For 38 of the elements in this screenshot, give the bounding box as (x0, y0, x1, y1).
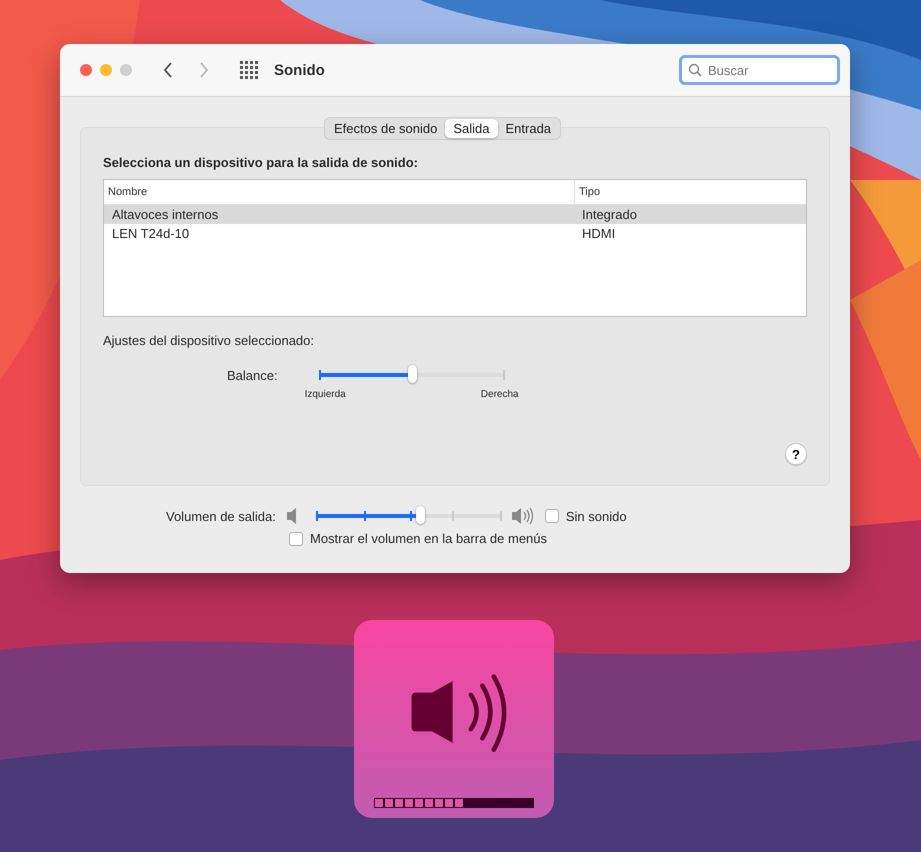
column-header[interactable]: Nombre (104, 180, 575, 204)
chevron-left-icon (162, 61, 174, 79)
checkbox-label: Mostrar el volumen en la barra de menús (310, 531, 548, 546)
show-all-button[interactable] (240, 61, 258, 79)
grid-icon (240, 61, 258, 79)
speaker-loud-icon (510, 507, 535, 525)
slider-label: Balance: (227, 368, 278, 385)
table-cell-text: LEN T24d-10 (111, 226, 190, 241)
slider-thumb[interactable] (408, 365, 417, 383)
back-button[interactable] (162, 61, 174, 79)
search-field[interactable]: Buscar (679, 55, 840, 85)
forward-button[interactable] (198, 61, 210, 79)
table-cell-text: Altavoces internos (111, 207, 220, 222)
section-label: Ajustes del dispositivo seleccionado: (103, 333, 316, 348)
chevron-right-icon (198, 61, 210, 79)
tab[interactable]: Entrada (498, 119, 560, 138)
tab[interactable]: Efectos de sonido (326, 119, 446, 138)
column-header[interactable]: Tipo (575, 180, 600, 204)
checkbox[interactable] (289, 532, 303, 546)
slider-min-label: Izquierda (304, 389, 346, 400)
table-row[interactable]: LEN T24d-10 HDMI (104, 224, 806, 243)
table-cell-text: Integrado (581, 207, 637, 222)
slider-max-label: Derecha (480, 389, 519, 400)
section-heading: Selecciona un dispositivo para la salida de sonido: (103, 155, 419, 170)
speaker-icon (286, 507, 297, 525)
table-row[interactable]: Altavoces internos Integrado (104, 205, 806, 224)
speaker-loud-icon (408, 672, 510, 752)
tab[interactable]: Salida (445, 119, 498, 138)
window-control-button[interactable] (100, 64, 112, 76)
slider-thumb[interactable] (416, 506, 425, 524)
checkbox[interactable] (544, 509, 559, 523)
window-control-button[interactable] (120, 64, 132, 76)
help-button[interactable]: ? (785, 443, 807, 465)
checkbox-label: Sin sonido (566, 508, 627, 524)
table-cell-text: HDMI (581, 226, 616, 241)
window-title: Sonido (274, 62, 325, 78)
window-control-button[interactable] (80, 64, 92, 76)
slider-label: Volumen de salida: (166, 508, 276, 524)
